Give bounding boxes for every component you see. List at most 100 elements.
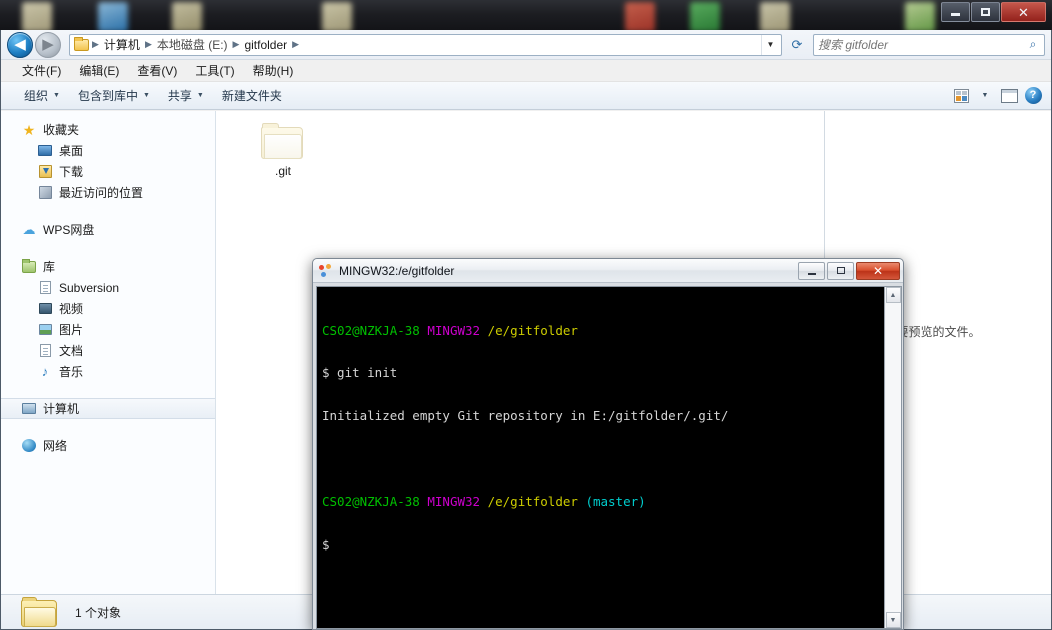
command-toolbar: 组织 ▼ 包含到库中 ▼ 共享 ▼ 新建文件夹 ▼ ? (1, 82, 1051, 110)
scroll-down-button[interactable]: ▼ (885, 612, 901, 628)
network-icon (21, 438, 37, 454)
minimize-button[interactable] (941, 2, 970, 22)
folder-icon (21, 596, 59, 628)
file-name-label: .git (274, 164, 291, 178)
nav-gap (1, 384, 215, 398)
forward-button[interactable]: ▶ (35, 31, 61, 58)
breadcrumb-item-gitfolder[interactable]: gitfolder (240, 37, 291, 53)
video-icon (37, 301, 53, 317)
desktop-blur-icon (98, 2, 128, 30)
breadcrumb-separator[interactable]: ▶ (144, 39, 153, 50)
terminal-maximize-button[interactable] (827, 261, 854, 280)
chevron-down-icon: ▼ (142, 92, 150, 99)
back-button[interactable]: ◀ (7, 31, 33, 58)
refresh-icon: ⟳ (791, 36, 803, 52)
desktop-blur-icon (625, 2, 655, 30)
menu-view[interactable]: 查看(V) (128, 60, 186, 81)
sidebar-item-pictures[interactable]: 图片 (1, 319, 215, 340)
sidebar-item-label: 文档 (59, 344, 84, 358)
breadcrumb-separator[interactable]: ▶ (291, 39, 300, 50)
sidebar-item-music[interactable]: ♪ 音乐 (1, 361, 215, 382)
sidebar-item-network[interactable]: 网络 (1, 435, 215, 456)
breadcrumb-item-computer[interactable]: 计算机 (100, 35, 144, 54)
back-arrow-icon: ◀ (14, 36, 26, 53)
new-folder-button[interactable]: 新建文件夹 (213, 83, 291, 108)
nav-gap (1, 205, 215, 219)
help-button[interactable]: ? (1022, 86, 1044, 106)
preview-pane-icon (1000, 88, 1018, 103)
list-item[interactable]: .git (246, 123, 320, 178)
search-box[interactable]: ⌕ (813, 33, 1045, 56)
breadcrumb[interactable]: ▶ 计算机 ▶ 本地磁盘 (E:) ▶ gitfolder ▶ ▼ (69, 33, 782, 56)
view-mode-dropdown[interactable]: ▼ (974, 86, 996, 106)
sidebar-item-videos[interactable]: 视频 (1, 298, 215, 319)
terminal-shell-name: MINGW32 (427, 322, 481, 338)
window-controls: ✕ (941, 2, 1046, 22)
share-button[interactable]: 共享 ▼ (159, 83, 213, 108)
menu-tools[interactable]: 工具(T) (186, 60, 243, 81)
sidebar-item-label: Subversion (59, 280, 120, 295)
new-folder-label: 新建文件夹 (221, 89, 282, 103)
computer-icon (21, 401, 37, 417)
explorer-titlebar: ✕ (0, 0, 1052, 30)
sidebar-item-documents[interactable]: 文档 (1, 340, 215, 361)
sidebar-item-desktop[interactable]: 桌面 (1, 140, 215, 161)
sidebar-item-computer[interactable]: 计算机 (1, 398, 215, 419)
menu-file[interactable]: 文件(F) (13, 60, 70, 81)
share-label: 共享 (167, 89, 192, 103)
chevron-down-icon: ▼ (53, 92, 60, 99)
minimize-icon (807, 272, 816, 275)
terminal-output[interactable]: CS02@NZKJA-38 MINGW32 /e/gitfolder $ git… (317, 287, 884, 628)
terminal-prompt-line: CS02@NZKJA-38 MINGW32 /e/gitfolder (mast… (322, 495, 878, 509)
include-in-library-label: 包含到库中 (77, 89, 138, 103)
music-icon: ♪ (41, 364, 49, 379)
terminal-body[interactable]: CS02@NZKJA-38 MINGW32 /e/gitfolder $ git… (316, 286, 902, 629)
maximize-button[interactable] (971, 2, 1000, 22)
sidebar-item-wps-cloud[interactable]: ☁ WPS网盘 (1, 219, 215, 240)
terminal-minimize-button[interactable] (798, 261, 825, 280)
sidebar-item-recent-places[interactable]: 最近访问的位置 (1, 182, 215, 203)
refresh-button[interactable]: ⟳ (785, 34, 809, 56)
terminal-command-line: $ git init (322, 365, 398, 381)
terminal-titlebar[interactable]: MINGW32:/e/gitfolder ✕ (313, 259, 903, 283)
desktop-blur-icon (760, 2, 790, 30)
desktop-icon (37, 143, 53, 159)
terminal-prompt-line: CS02@NZKJA-38 MINGW32 /e/gitfolder (322, 322, 878, 338)
close-button[interactable]: ✕ (1001, 2, 1046, 22)
sidebar-item-label: 桌面 (59, 144, 84, 158)
sidebar-item-label: 收藏夹 (43, 123, 80, 137)
menu-edit[interactable]: 编辑(E) (70, 60, 128, 81)
scroll-up-button[interactable]: ▲ (885, 287, 901, 303)
search-input[interactable] (818, 37, 1026, 52)
view-mode-icon (953, 88, 969, 103)
sidebar-item-label: 库 (43, 260, 56, 274)
maximize-icon (981, 8, 990, 16)
minimize-icon (951, 13, 960, 16)
address-history-dropdown[interactable]: ▼ (761, 34, 779, 55)
nav-group-computer: 计算机 (1, 398, 215, 419)
sidebar-item-favorites[interactable]: ★ 收藏夹 (1, 119, 215, 140)
view-mode-button[interactable] (950, 86, 972, 106)
sidebar-item-subversion[interactable]: Subversion (1, 277, 215, 298)
git-bash-window[interactable]: MINGW32:/e/gitfolder ✕ CS02@NZKJA-38 MIN… (312, 258, 904, 630)
sidebar-item-downloads[interactable]: 下载 (1, 161, 215, 182)
desktop-blur-icon (905, 2, 935, 30)
search-icon[interactable]: ⌕ (1026, 37, 1040, 52)
include-in-library-button[interactable]: 包含到库中 ▼ (69, 83, 159, 108)
breadcrumb-separator[interactable]: ▶ (232, 39, 241, 50)
breadcrumb-folder-icon (74, 36, 89, 51)
terminal-cwd: /e/gitfolder (487, 322, 578, 338)
preview-pane-toggle[interactable] (998, 86, 1020, 106)
scrollbar-track[interactable] (885, 303, 901, 612)
menu-help[interactable]: 帮助(H) (244, 60, 303, 81)
chevron-down-icon: ▼ (196, 92, 204, 99)
breadcrumb-separator[interactable]: ▶ (91, 39, 100, 50)
sidebar-item-libraries[interactable]: 库 (1, 256, 215, 277)
breadcrumb-item-drive[interactable]: 本地磁盘 (E:) (153, 35, 232, 54)
terminal-close-button[interactable]: ✕ (856, 261, 900, 280)
nav-group-network: 网络 (1, 435, 215, 456)
organize-button[interactable]: 组织 ▼ (15, 83, 69, 108)
item-count-label: 1 个对象 (75, 605, 122, 620)
terminal-scrollbar[interactable]: ▲ ▼ (884, 287, 901, 628)
terminal-output-line: Initialized empty Git repository in E:/g… (322, 408, 729, 424)
